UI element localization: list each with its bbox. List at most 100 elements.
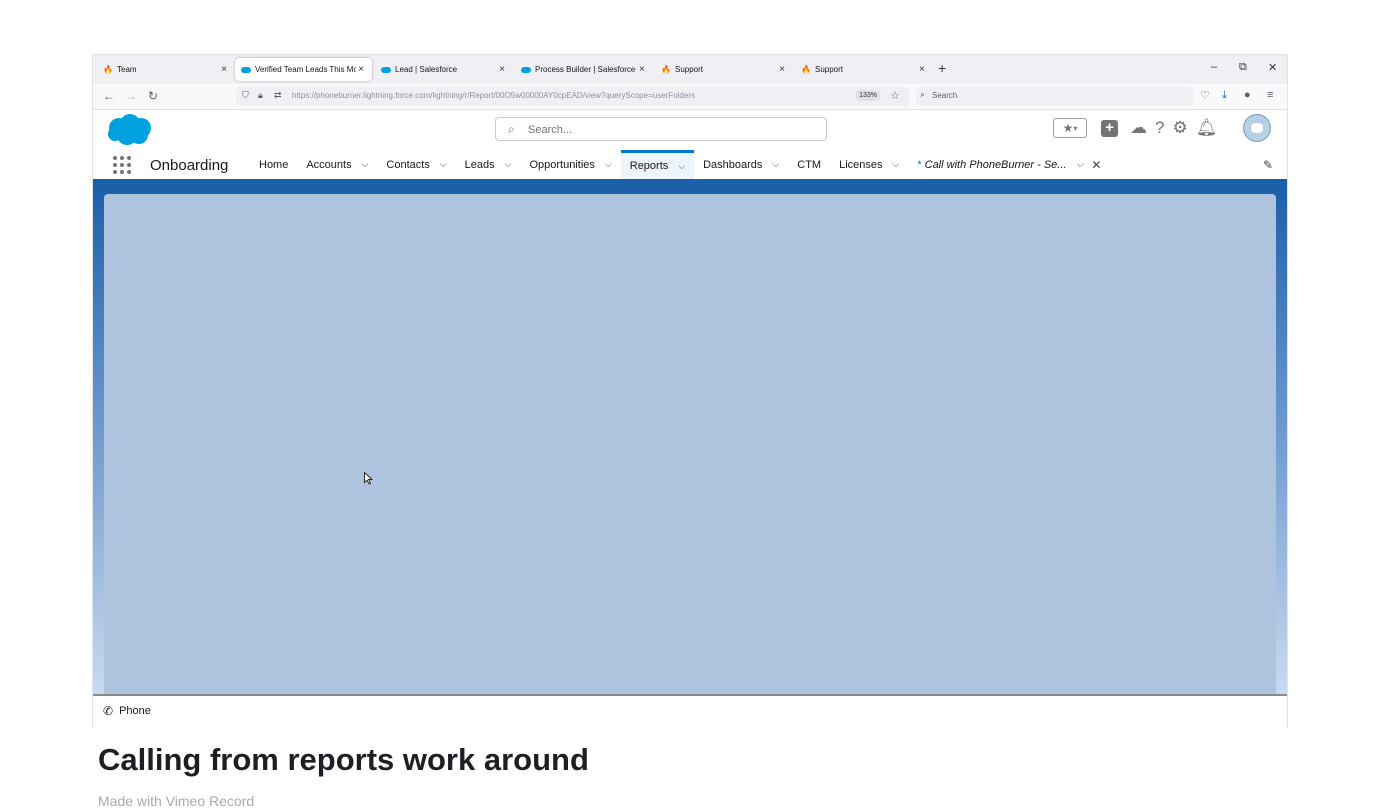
browser-search-input[interactable]: ⌕ Search: [916, 87, 1193, 106]
pocket-icon[interactable]: ♡: [1200, 89, 1210, 102]
menu-icon[interactable]: ≡: [1267, 89, 1273, 101]
url-toolbar: ← → ↻ ⛉ 🔒︎ ⇄ https://phoneburner.lightni…: [93, 84, 1287, 110]
global-search-input[interactable]: ⌕ Search...: [495, 117, 827, 141]
page-background-banner: [93, 182, 1287, 694]
nav-item-ctm[interactable]: CTM: [788, 150, 830, 179]
close-icon[interactable]: ×: [917, 64, 927, 75]
nav-item-reports[interactable]: Reports ⌵: [620, 150, 695, 179]
page-title: Calling from reports work around: [98, 742, 589, 777]
close-icon[interactable]: ×: [356, 64, 366, 75]
nav-items: Home Accounts ⌵ Contacts ⌵ Leads ⌵ Opportun…: [250, 150, 1110, 179]
browser-tab-label: Verified Team Leads This Month: [255, 65, 356, 74]
chevron-down-icon[interactable]: ⌵: [678, 161, 685, 172]
close-icon[interactable]: ×: [777, 64, 787, 75]
nav-item-leads[interactable]: Leads ⌵: [456, 150, 521, 179]
chevron-down-icon[interactable]: ⌵: [362, 159, 369, 170]
workspace-tab[interactable]: * Call with PhoneBurner - Se... ⌵ ✕: [908, 150, 1110, 179]
nav-item-licenses[interactable]: Licenses ⌵: [830, 150, 908, 179]
nav-item-accounts[interactable]: Accounts ⌵: [297, 150, 377, 179]
chevron-down-icon[interactable]: ⌵: [1076, 159, 1083, 170]
salesforce-icon: [241, 65, 251, 75]
chevron-down-icon[interactable]: ⌵: [440, 159, 447, 170]
window-close-icon[interactable]: ✕: [1268, 61, 1277, 74]
browser-tab[interactable]: 🔥 Support ×: [795, 58, 933, 81]
gear-icon[interactable]: ⚙: [1172, 118, 1187, 138]
salesforce-logo[interactable]: [105, 113, 155, 147]
nav-item-label: Contacts: [386, 158, 430, 171]
browser-tab[interactable]: 🔥 Team ×: [97, 58, 235, 81]
zoom-badge[interactable]: 133%: [856, 90, 880, 101]
nav-item-label: Licenses: [839, 158, 883, 171]
browser-tab[interactable]: Lead | Salesforce ×: [375, 58, 513, 81]
favorites-button[interactable]: ★ ▾: [1053, 118, 1087, 138]
browser-tab-label: Team: [117, 65, 137, 74]
url-text: https://phoneburner.lightning.force.com/…: [292, 91, 695, 100]
flame-icon: 🔥: [801, 65, 811, 74]
nav-item-contacts[interactable]: Contacts ⌵: [377, 150, 455, 179]
header-actions: ★ ▾ + ☁ ? ⚙ 🔔︎: [1053, 118, 1217, 138]
flame-icon: 🔥: [661, 65, 671, 74]
nav-item-label: Accounts: [306, 158, 352, 171]
browser-tab-active[interactable]: Verified Team Leads This Month ×: [235, 58, 372, 81]
bell-icon[interactable]: 🔔︎: [1196, 118, 1218, 138]
close-icon[interactable]: ×: [219, 64, 229, 75]
unsaved-marker: *: [917, 158, 922, 171]
app-name: Onboarding: [150, 157, 229, 174]
address-bar[interactable]: ⛉ 🔒︎ ⇄ https://phoneburner.lightning.for…: [236, 87, 910, 106]
report-loading-panel: [104, 194, 1276, 694]
avatar[interactable]: [1243, 114, 1271, 142]
forward-icon[interactable]: →: [125, 89, 137, 103]
nav-item-label: Leads: [464, 158, 495, 171]
nav-item-label: Opportunities: [529, 158, 595, 171]
utility-bar: ✆ Phone: [93, 694, 1287, 728]
minimize-icon[interactable]: –: [1211, 61, 1217, 73]
nav-item-label: Home: [259, 158, 289, 171]
chevron-down-icon[interactable]: ⌵: [505, 159, 512, 170]
close-icon[interactable]: ×: [497, 64, 507, 75]
help-icon[interactable]: ?: [1155, 118, 1164, 138]
shield-icon[interactable]: ⛉: [242, 90, 249, 101]
close-icon[interactable]: ✕: [1091, 158, 1101, 172]
browser-window: 🔥 Team × Verified Team Leads This Month …: [92, 54, 1288, 728]
browser-tab-label: Lead | Salesforce: [395, 65, 458, 74]
nav-item-label: Dashboards: [703, 158, 763, 171]
chevron-down-icon[interactable]: ⌵: [605, 159, 612, 170]
reload-icon[interactable]: ↻: [148, 89, 158, 103]
app-launcher-icon[interactable]: [113, 156, 131, 174]
browser-tab-label: Support: [675, 65, 704, 74]
tab-strip: 🔥 Team × Verified Team Leads This Month …: [93, 55, 1287, 84]
browser-tab-label: Process Builder | Salesforce: [535, 65, 636, 74]
chevron-down-icon[interactable]: ⌵: [772, 159, 779, 170]
permissions-icon[interactable]: ⇄: [274, 90, 282, 101]
lock-icon[interactable]: 🔒︎: [258, 90, 263, 101]
phone-utility-button[interactable]: ✆ Phone: [103, 704, 151, 718]
star-icon: ★: [1062, 121, 1074, 135]
mouse-cursor-icon: [364, 472, 373, 485]
browser-tab[interactable]: 🔥 Support ×: [655, 58, 793, 81]
phone-label: Phone: [119, 705, 151, 717]
bookmark-star-icon[interactable]: ☆: [890, 89, 900, 102]
browser-tab-label: Support: [815, 65, 844, 74]
new-tab-icon[interactable]: +: [938, 60, 946, 76]
browser-search-placeholder: Search: [932, 91, 958, 100]
account-icon[interactable]: ●: [1244, 89, 1251, 101]
app-nav-bar: Onboarding Home Accounts ⌵ Contacts ⌵ Lead…: [93, 150, 1287, 182]
nav-item-opportunities[interactable]: Opportunities ⌵: [520, 150, 620, 179]
browser-tab[interactable]: Process Builder | Salesforce ×: [515, 58, 653, 81]
search-icon: ⌕: [508, 122, 515, 136]
sf-global-header: ⌕ Search... ★ ▾ + ☁ ? ⚙ 🔔︎: [93, 110, 1287, 150]
global-search-placeholder: Search...: [528, 124, 573, 136]
made-with-credit: Made with Vimeo Record: [98, 793, 255, 809]
nav-item-home[interactable]: Home: [250, 150, 297, 179]
chevron-down-icon[interactable]: ⌵: [893, 159, 900, 170]
back-icon[interactable]: ←: [103, 89, 115, 103]
workspace-tab-label: Call with PhoneBurner - Se...: [924, 158, 1067, 171]
trailhead-icon[interactable]: ☁: [1130, 118, 1147, 138]
global-actions-icon[interactable]: +: [1101, 119, 1118, 137]
nav-item-dashboards[interactable]: Dashboards ⌵: [694, 150, 788, 179]
download-icon[interactable]: ⤓: [1222, 89, 1227, 102]
edit-nav-icon[interactable]: ✎: [1263, 158, 1273, 172]
phone-icon: ✆: [103, 704, 114, 718]
restore-icon[interactable]: ⧉: [1239, 61, 1247, 74]
close-icon[interactable]: ×: [637, 64, 647, 75]
